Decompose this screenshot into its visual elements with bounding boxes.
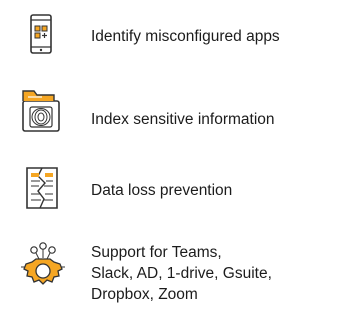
feature-label: Identify misconfigured apps: [91, 28, 280, 45]
folder-fingerprint-icon: [20, 87, 64, 132]
torn-document-icon: [20, 166, 64, 210]
integration-gear-icon: [20, 242, 65, 286]
phone-apps-icon: [20, 14, 64, 58]
feature-label: Support for Teams, Slack, AD, 1-drive, G…: [91, 242, 272, 305]
feature-label: Data loss prevention: [91, 182, 233, 199]
feature-label-line: Slack, AD, 1-drive, Gsuite,: [91, 265, 272, 282]
feature-label-line: Support for Teams,: [91, 244, 222, 261]
feature-label: Index sensitive information: [91, 111, 275, 128]
feature-label-line: Dropbox, Zoom: [91, 286, 198, 303]
